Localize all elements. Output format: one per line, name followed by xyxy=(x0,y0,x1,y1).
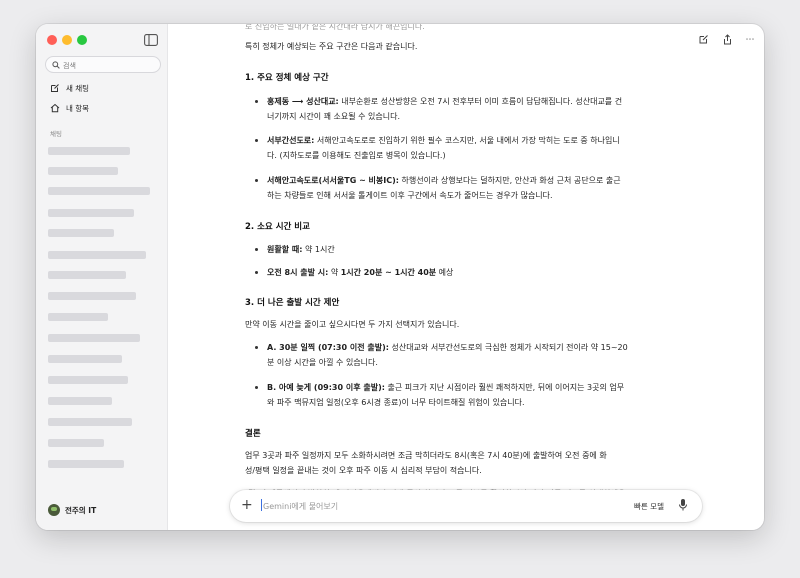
list-item: 서부간선도로: 서해안고속도로로 진입하기 위한 필수 코스지만, 서울 내에서… xyxy=(255,133,687,163)
list-item: 서해안고속도로(서서울TG ~ 비봉IC): 하행선이라 상행보다는 덜하지만,… xyxy=(255,173,687,203)
avatar xyxy=(48,504,60,516)
chat-history-item[interactable] xyxy=(48,251,146,259)
response-text: 만약 이동 시간을 줄이고 싶으시다면 두 가지 선택지가 있습니다. xyxy=(245,320,460,329)
search-placeholder: 검색 xyxy=(63,62,76,70)
chat-history-item[interactable] xyxy=(48,167,118,175)
chat-history-item[interactable] xyxy=(48,334,140,342)
search-input[interactable]: 검색 xyxy=(45,56,161,73)
new-chat-icon xyxy=(51,84,59,92)
chats-section-label: 채팅 xyxy=(50,130,62,138)
app-window: 검색 새 채팅 내 항목 채팅 전주의 IT ⋯ 로 진입하는 일대가 짙은 시… xyxy=(36,24,764,530)
sidebar: 검색 새 채팅 내 항목 채팅 전주의 IT xyxy=(36,24,168,530)
prompt-input[interactable]: Gemini에게 물어보기 xyxy=(263,501,338,512)
section-heading: 3. 더 나은 출발 시간 제안 xyxy=(245,298,340,308)
response-text: 특히 정체가 예상되는 주요 구간은 다음과 같습니다. xyxy=(245,42,418,51)
chat-history-item[interactable] xyxy=(48,271,126,279)
section-heading: 결론 xyxy=(245,429,261,439)
new-chat-label: 새 채팅 xyxy=(66,84,90,93)
chat-history-item[interactable] xyxy=(48,292,136,300)
zoom-window-button[interactable] xyxy=(77,35,87,45)
chat-main: ⋯ 로 진입하는 일대가 짙은 시간대라 답시가 해끈입니다. 특히 정체가 예… xyxy=(169,24,764,530)
response-text: 업무 3곳과 파주 일정까지 모두 소화하시려면 조금 막히더라도 8시(혹은 … xyxy=(245,451,607,460)
model-selector[interactable]: 빠른 모델 xyxy=(634,501,664,512)
home-icon xyxy=(50,103,60,113)
chat-history-item[interactable] xyxy=(48,376,128,384)
chat-history-item[interactable] xyxy=(48,460,124,468)
response-text: 성/평택 일정을 끝내는 것이 오후 파주 이동 시 심리적 부담이 적습니다. xyxy=(245,466,482,475)
more-icon: ⋯ xyxy=(745,35,755,45)
search-icon xyxy=(52,61,60,69)
list-item: 오전 8시 출발 시: 약 1시간 20분 ~ 1시간 40분 예상 xyxy=(255,265,687,280)
chat-history-item[interactable] xyxy=(48,229,114,237)
list-item: 원활할 때: 약 1시간 xyxy=(255,242,687,257)
section-heading: 1. 주요 정체 예상 구간 xyxy=(245,73,329,83)
list-item: 홍제동 ⟶ 성산대교: 내부순환로 성산방향은 오전 7시 전후부터 이미 흐름… xyxy=(255,94,687,124)
chat-history-item[interactable] xyxy=(48,209,134,217)
edit-icon xyxy=(699,35,708,44)
chat-history-item[interactable] xyxy=(48,355,122,363)
add-attachment-icon[interactable]: + xyxy=(241,497,253,513)
profile-name: 전주의 IT xyxy=(65,506,97,515)
chat-history-item[interactable] xyxy=(48,147,130,155)
share-button[interactable] xyxy=(719,32,735,48)
chat-history-item[interactable] xyxy=(48,418,132,426)
sidebar-toggle-icon[interactable] xyxy=(144,34,158,46)
list-item: A. 30분 일찍 (07:30 이전 출발): 성산대교와 서부간선도로의 극… xyxy=(255,340,687,370)
share-icon xyxy=(723,34,731,45)
chat-history-item[interactable] xyxy=(48,439,104,447)
prompt-composer[interactable]: + Gemini에게 물어보기 빠른 모델 xyxy=(230,490,702,522)
text-caret xyxy=(261,499,262,511)
more-options-button[interactable]: ⋯ xyxy=(742,32,758,48)
list-item: B. 아예 늦게 (09:30 이후 출발): 출근 피크가 지난 시점이라 훨… xyxy=(255,380,687,410)
share-edit-button[interactable] xyxy=(695,32,711,48)
chat-history-item[interactable] xyxy=(48,397,112,405)
microphone-icon[interactable] xyxy=(678,498,688,512)
response-text: 로 진입하는 일대가 짙은 시간대라 답시가 해끈입니다. xyxy=(245,24,425,31)
my-items-label: 내 항목 xyxy=(66,104,90,113)
section-heading: 2. 소요 시간 비교 xyxy=(245,222,310,232)
close-window-button[interactable] xyxy=(47,35,57,45)
chat-history-item[interactable] xyxy=(48,187,150,195)
chat-history-item[interactable] xyxy=(48,313,108,321)
minimize-window-button[interactable] xyxy=(62,35,72,45)
